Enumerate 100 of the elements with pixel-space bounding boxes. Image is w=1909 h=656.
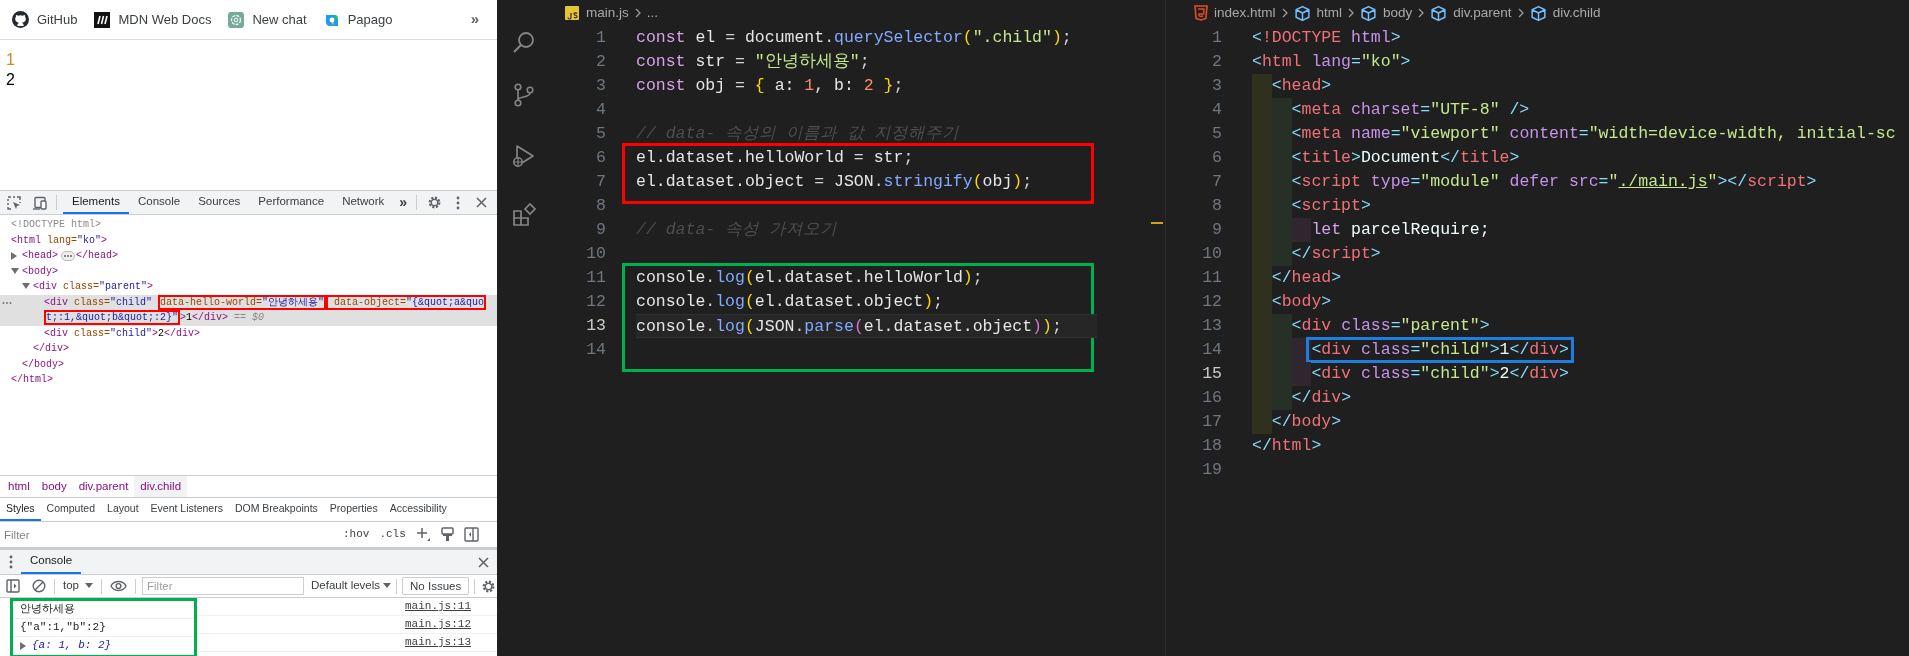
tree-node-text: </html>	[11, 373, 53, 387]
source-link[interactable]: main.js:13	[405, 634, 471, 651]
bookmark-link[interactable]: Papago	[323, 6, 393, 33]
inspect-icon[interactable]	[6, 194, 22, 211]
bookmark-link[interactable]: MDN Web Docs	[94, 6, 212, 33]
line-number: 6	[1212, 147, 1222, 169]
more-tabs-button[interactable]: »	[393, 192, 414, 213]
collapsed-content-icon[interactable]	[61, 251, 75, 261]
line-number: 9	[596, 219, 606, 241]
sidebar-toggle-icon[interactable]	[6, 579, 20, 593]
tree-node-text: <body>	[22, 264, 59, 279]
device-toolbar-icon[interactable]	[32, 194, 48, 211]
devtools-tab[interactable]: Network	[333, 191, 394, 214]
line-number: 3	[1212, 75, 1222, 97]
code-line: </html>	[1252, 435, 1322, 457]
close-icon[interactable]	[478, 556, 489, 568]
breadcrumb-item[interactable]: div.child	[1529, 2, 1601, 24]
settings-icon[interactable]	[481, 578, 497, 594]
disclosure-triangle-icon[interactable]	[22, 283, 30, 291]
line-number: 15	[1202, 363, 1222, 385]
filter-field[interactable]: Filter	[142, 577, 304, 595]
clear-console-icon[interactable]	[32, 579, 46, 593]
code-line: const str = "안녕하세용";	[636, 51, 870, 73]
styles-tab[interactable]: Styles	[0, 498, 41, 521]
devtools-tab[interactable]: Console	[128, 191, 190, 214]
slash-logo-icon	[94, 11, 111, 28]
style-toggle-button[interactable]: :hov	[343, 526, 370, 543]
bookmark-link[interactable]: GitHub	[12, 6, 78, 33]
code-line: el.dataset.object = JSON.stringify(obj);	[636, 171, 1033, 193]
paint-roller-icon[interactable]	[440, 527, 454, 542]
styles-tab[interactable]: Computed	[40, 498, 102, 521]
code-line: console.log(el.dataset.helloWorld);	[636, 267, 983, 289]
js-file-icon	[564, 5, 580, 21]
disclosure-triangle-icon[interactable]	[11, 267, 19, 275]
breadcrumb-item[interactable]: ...	[646, 2, 659, 24]
knot-logo-icon	[228, 11, 245, 28]
line-number: 4	[596, 99, 606, 121]
breadcrumb-item[interactable]: index.html	[1194, 2, 1276, 24]
chevron-icon	[1280, 7, 1289, 19]
code-line: console.log(JSON.parse(el.dataset.object));	[636, 316, 1062, 338]
tree-node-text: <head>	[22, 249, 59, 263]
line-number: 8	[596, 195, 606, 217]
breadcrumb-item[interactable]: body	[35, 476, 73, 497]
breadcrumb-item[interactable]: main.js	[564, 2, 629, 24]
tree-node-text: </div>	[33, 342, 69, 356]
breadcrumb-item[interactable]: html	[2, 476, 36, 497]
source-link[interactable]: main.js:12	[405, 616, 471, 633]
line-number: 14	[586, 339, 606, 361]
breadcrumb-item[interactable]: body	[1360, 2, 1413, 24]
chevron-icon	[1417, 7, 1426, 19]
chevron-icon	[633, 7, 642, 19]
line-number: 12	[1202, 291, 1222, 313]
tree-node-text: <!DOCTYPE html>	[11, 218, 102, 232]
context-dropdown[interactable]: top	[63, 577, 93, 595]
line-number: 18	[1202, 435, 1222, 457]
extensions-icon[interactable]	[510, 202, 537, 228]
line-number: 5	[596, 123, 606, 145]
styles-tab[interactable]: Layout	[101, 498, 145, 521]
devtools-tab[interactable]: Elements	[63, 191, 129, 214]
more-options-icon[interactable]	[9, 555, 13, 569]
styles-tab[interactable]: Accessibility	[383, 498, 453, 521]
cube-icon	[1293, 4, 1311, 22]
disclosure-triangle-icon[interactable]	[11, 251, 18, 260]
settings-icon[interactable]	[427, 195, 442, 210]
drawer-tab[interactable]: Console	[21, 550, 82, 574]
console-message: {a: 1, b: 2}	[32, 638, 112, 654]
tree-node-text: <html lang="ko">	[11, 233, 109, 248]
breadcrumb-item[interactable]: html	[1293, 2, 1343, 24]
cube-icon	[1430, 4, 1448, 22]
chevron-icon	[1516, 7, 1525, 19]
bookmark-link[interactable]: New chat	[228, 6, 307, 33]
line-number: 4	[1212, 99, 1222, 121]
chevron-icon	[1347, 7, 1356, 19]
new-rule-icon[interactable]	[415, 527, 431, 542]
breadcrumb-item[interactable]: div.child	[134, 476, 188, 497]
eye-icon[interactable]	[110, 580, 127, 592]
breadcrumb-item[interactable]: div.parent	[72, 476, 135, 497]
line-number: 9	[1212, 219, 1222, 241]
styles-tab[interactable]: Event Listeners	[144, 498, 229, 521]
devtools-tab[interactable]: Performance	[249, 191, 334, 214]
styles-tab[interactable]: DOM Breakpoints	[228, 498, 324, 521]
issues-button[interactable]: No Issues	[402, 577, 470, 595]
caret-icon	[383, 583, 392, 589]
play-bug-icon[interactable]	[510, 143, 537, 169]
more-icon[interactable]	[2, 300, 12, 305]
line-number: 12	[586, 291, 606, 313]
levels-dropdown[interactable]: Default levels	[311, 577, 392, 595]
devtools-tab[interactable]: Sources	[189, 191, 250, 214]
source-link[interactable]: main.js:11	[405, 598, 471, 615]
line-number: 1	[596, 27, 606, 49]
breadcrumb-item[interactable]: div.parent	[1430, 2, 1512, 24]
disclosure-triangle-icon[interactable]	[20, 641, 27, 650]
close-icon[interactable]	[476, 197, 487, 208]
more-options-icon[interactable]	[456, 195, 460, 210]
tree-node-text: <div class="child">2</div>	[44, 326, 202, 341]
styles-tab[interactable]: Properties	[323, 498, 384, 521]
line-number: 10	[586, 243, 606, 265]
more-bookmarks-button[interactable]: »	[470, 8, 479, 31]
style-toggle-button[interactable]: .cls	[379, 526, 406, 543]
sidebar-toggle-icon[interactable]	[463, 527, 479, 542]
